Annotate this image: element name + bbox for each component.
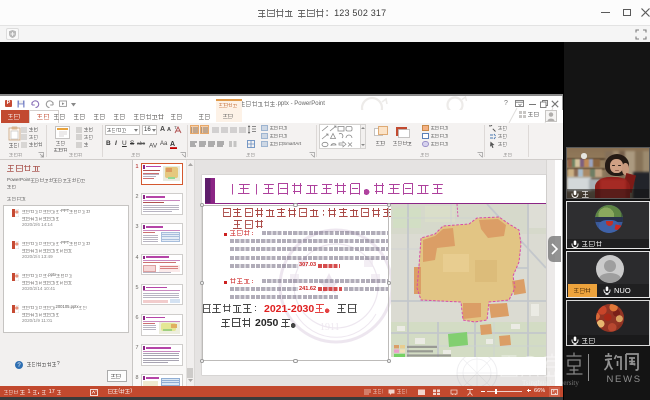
svg-text:Tsinghua University: Tsinghua University — [522, 379, 579, 387]
svg-text:A: A — [170, 141, 175, 148]
svg-text:AV: AV — [149, 143, 158, 150]
